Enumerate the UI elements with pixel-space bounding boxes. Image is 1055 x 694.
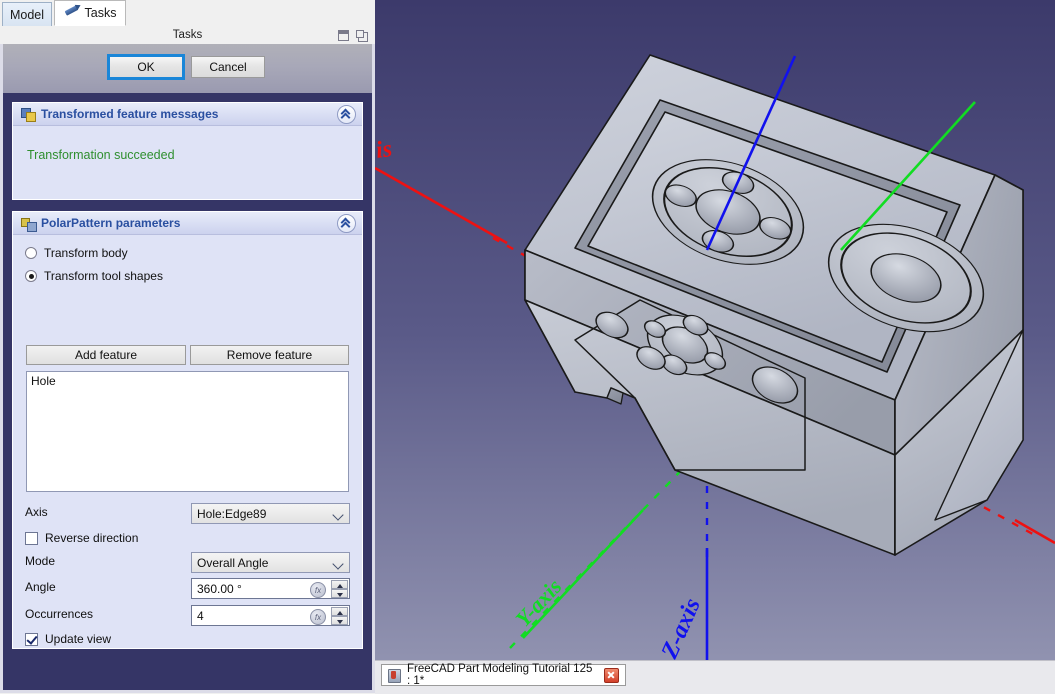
angle-row: Angle 360.00 ° fx — [25, 578, 352, 599]
transform-icon — [21, 107, 36, 122]
reverse-direction-checkbox[interactable]: Reverse direction — [25, 531, 138, 545]
update-view-box — [25, 632, 38, 646]
y-axis-line-lower — [522, 509, 644, 639]
3d-viewport[interactable]: is Y-axis Z-axis — [375, 0, 1055, 693]
transformation-status-text: Transformation succeeded — [27, 148, 175, 162]
messages-group-title: Transformed feature messages — [41, 107, 219, 121]
angle-value: 360.00 ° — [197, 581, 242, 596]
document-tab-label: FreeCAD Part Modeling Tutorial 125 : 1* — [407, 663, 593, 687]
axis-combobox[interactable]: Hole:Edge89 — [191, 503, 350, 524]
axis-value: Hole:Edge89 — [197, 506, 267, 521]
occurrences-step-up[interactable] — [331, 607, 348, 616]
params-group-title: PolarPattern parameters — [41, 216, 181, 230]
tab-tasks[interactable]: Tasks — [54, 0, 126, 26]
z-axis-label: Z-axis — [656, 595, 706, 664]
feature-list[interactable]: Hole — [26, 371, 349, 492]
messages-area: Transformation succeeded — [13, 126, 362, 199]
ok-button[interactable]: OK — [107, 54, 185, 80]
radio-transform-body-label: Transform body — [44, 246, 128, 260]
params-group-header[interactable]: PolarPattern parameters — [13, 212, 362, 235]
radio-transform-tool-shapes-indicator — [25, 270, 37, 282]
list-item[interactable]: Hole — [27, 372, 348, 390]
cancel-button-label: Cancel — [209, 60, 247, 74]
mode-row: Mode Overall Angle — [25, 552, 352, 573]
add-feature-label: Add feature — [74, 348, 138, 362]
float-icon[interactable] — [338, 30, 349, 41]
mode-combobox[interactable]: Overall Angle — [191, 552, 350, 573]
remove-feature-label: Remove feature — [226, 348, 313, 362]
pencil-icon — [64, 5, 80, 20]
chevron-up-icon[interactable] — [337, 214, 356, 233]
add-feature-button[interactable]: Add feature — [26, 345, 186, 365]
ok-button-label: OK — [137, 60, 155, 74]
occurrences-stepper[interactable] — [331, 607, 348, 626]
dock-title-label: Tasks — [172, 29, 203, 41]
radio-transform-body[interactable]: Transform body — [25, 246, 128, 260]
chevron-down-icon — [332, 509, 344, 521]
mode-label: Mode — [25, 554, 56, 568]
chevron-up-icon[interactable] — [337, 105, 356, 124]
angle-label: Angle — [25, 580, 56, 594]
angle-step-up[interactable] — [331, 580, 348, 589]
reverse-direction-box — [25, 531, 38, 545]
reverse-direction-label: Reverse direction — [45, 531, 139, 545]
chevron-down-icon — [332, 558, 344, 570]
occurrences-value: 4 — [197, 608, 204, 623]
radio-transform-body-indicator — [25, 247, 37, 259]
occurrences-input[interactable]: 4 fx — [191, 605, 350, 626]
update-view-checkbox[interactable]: Update view — [25, 632, 111, 646]
occurrences-row: Occurrences 4 fx — [25, 605, 352, 626]
document-tab[interactable]: FreeCAD Part Modeling Tutorial 125 : 1* — [381, 663, 626, 687]
angle-stepper[interactable] — [331, 580, 348, 599]
3d-scene: is Y-axis Z-axis — [375, 54, 1055, 664]
params-area: Transform body Transform tool shapes Add… — [13, 235, 362, 648]
angle-input[interactable]: 360.00 ° fx — [191, 578, 350, 599]
polar-pattern-icon — [21, 217, 37, 232]
tab-model[interactable]: Model — [2, 2, 52, 26]
dialog-button-strip: OK Cancel — [3, 44, 372, 93]
fx-icon[interactable]: fx — [310, 582, 326, 598]
x-axis-line — [375, 166, 508, 245]
messages-group-header[interactable]: Transformed feature messages — [13, 103, 362, 126]
polarpattern-parameters-group: PolarPattern parameters Transform body T… — [12, 211, 363, 649]
mode-value: Overall Angle — [197, 555, 269, 570]
tasks-panel: Model Tasks Tasks OK Cancel Transformed … — [0, 0, 375, 693]
cancel-button[interactable]: Cancel — [191, 56, 265, 78]
freecad-doc-icon — [388, 668, 401, 683]
transformed-feature-messages-group: Transformed feature messages Transformat… — [12, 102, 363, 200]
radio-transform-tool-shapes[interactable]: Transform tool shapes — [25, 269, 163, 283]
tab-model-label: Model — [9, 7, 45, 22]
angle-step-down[interactable] — [331, 589, 348, 598]
fx-icon[interactable]: fx — [310, 609, 326, 625]
update-view-label: Update view — [45, 632, 112, 646]
dock-title-bar: Tasks — [0, 26, 375, 44]
occurrences-label: Occurrences — [25, 607, 94, 621]
remove-feature-button[interactable]: Remove feature — [190, 345, 349, 365]
axis-row: Axis Hole:Edge89 — [25, 503, 352, 524]
occurrences-step-down[interactable] — [331, 616, 348, 625]
tab-tasks-label: Tasks — [84, 6, 117, 20]
x-axis-label: is — [375, 136, 394, 164]
undock-icon[interactable] — [356, 30, 368, 42]
close-icon[interactable] — [604, 667, 619, 683]
axis-label: Axis — [25, 505, 48, 519]
task-panel-body: OK Cancel Transformed feature messages T… — [0, 44, 375, 693]
radio-transform-tool-shapes-label: Transform tool shapes — [44, 269, 163, 283]
panel-tab-bar: Model Tasks — [0, 0, 375, 27]
